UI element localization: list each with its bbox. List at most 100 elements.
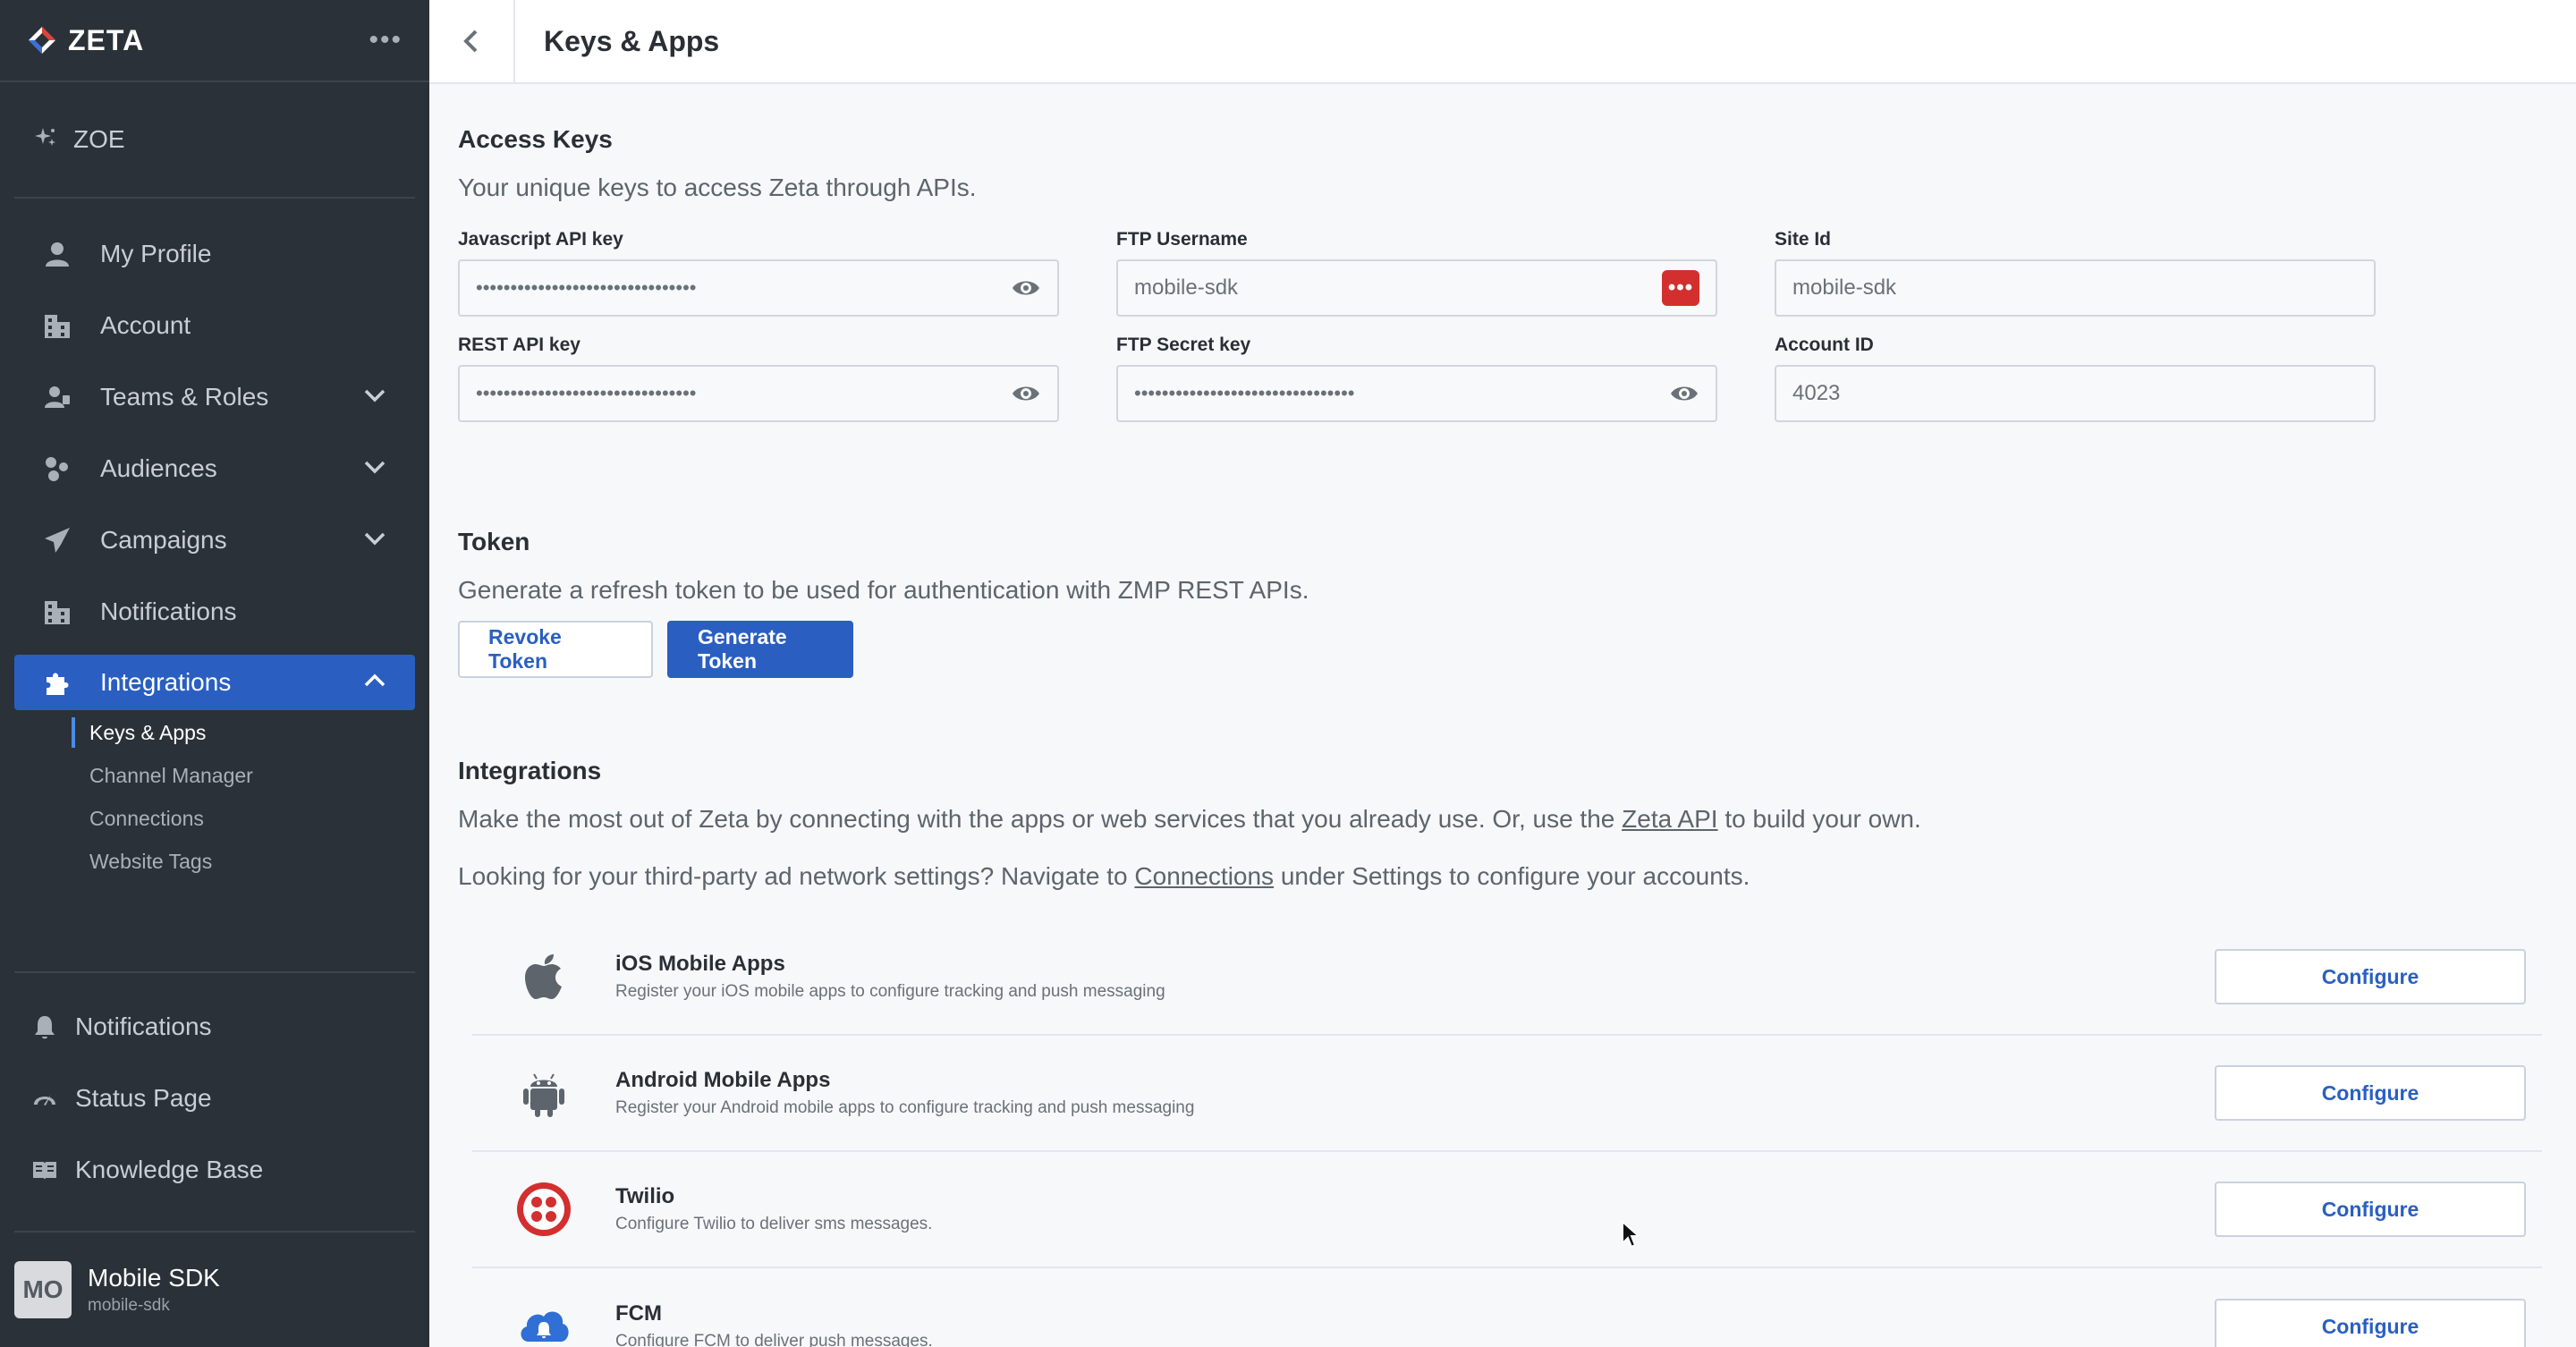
page-title: Keys & Apps <box>544 24 720 57</box>
twilio-icon <box>513 1179 574 1240</box>
integration-name: FCM <box>615 1301 662 1326</box>
eye-icon[interactable] <box>1669 378 1699 409</box>
masked-value: •••••••••••••••••••••••••••••••• <box>1134 382 1355 404</box>
bottom-item-label: Knowledge Base <box>75 1156 264 1183</box>
zeta-api-link[interactable]: Zeta API <box>1622 805 1717 833</box>
user-name: Mobile SDK <box>88 1264 220 1292</box>
user-info: Mobile SDK mobile-sdk <box>88 1264 220 1316</box>
list-item: Twilio Configure Twilio to deliver sms m… <box>472 1152 2542 1268</box>
masked-value: •••••••••••••••••••••••••••••••• <box>476 276 697 299</box>
generate-token-button[interactable]: Generate Token <box>667 621 853 678</box>
sidebar-item-label: My Profile <box>100 240 212 267</box>
sidebar-item-label: Account <box>100 311 191 339</box>
token-desc: Generate a refresh token to be used for … <box>458 576 1309 604</box>
site-id-input[interactable]: mobile-sdk <box>1775 259 2376 317</box>
bottom-item-status-page[interactable]: Status Page <box>14 1063 415 1134</box>
eye-icon[interactable] <box>1011 378 1041 409</box>
subnav-item-keys-apps[interactable]: Keys & Apps <box>72 717 429 748</box>
field-value: mobile-sdk <box>1134 275 1239 300</box>
desc-text: Make the most out of Zeta by connecting … <box>458 805 1623 833</box>
sidebar-item-teams-roles[interactable]: Teams & Roles <box>14 361 415 433</box>
connections-link[interactable]: Connections <box>1134 862 1274 890</box>
integration-text: FCM Configure FCM to deliver push messag… <box>615 1301 933 1347</box>
chevron-up-icon[interactable] <box>361 667 388 699</box>
integration-desc: Configure Twilio to deliver sms messages… <box>615 1215 933 1233</box>
integration-name: Android Mobile Apps <box>615 1068 831 1092</box>
sidebar-item-label: Integrations <box>100 668 232 696</box>
desc-text: Looking for your third-party ad network … <box>458 862 1135 890</box>
chevron-down-icon[interactable] <box>361 382 388 413</box>
field-label: Account ID <box>1775 335 1874 355</box>
fcm-cloud-icon <box>513 1296 574 1347</box>
sidebar-item-account[interactable]: Account <box>14 290 415 361</box>
bottom-item-notifications[interactable]: Notifications <box>14 991 415 1063</box>
password-manager-icon[interactable]: ••• <box>1662 270 1699 306</box>
bottom-item-label: Status Page <box>75 1084 212 1112</box>
integrations-section: Integrations Make the most out of Zeta b… <box>458 757 2551 891</box>
book-icon <box>30 1156 59 1184</box>
brand-bar: ZETA ••• <box>0 0 429 82</box>
account-id-input[interactable]: 4023 <box>1775 365 2376 422</box>
integrations-desc2: Looking for your third-party ad network … <box>458 862 2551 891</box>
list-item: iOS Mobile Apps Register your iOS mobile… <box>472 919 2542 1036</box>
js-api-key-input[interactable]: •••••••••••••••••••••••••••••••• <box>458 259 1059 317</box>
rest-api-key-field: REST API key •••••••••••••••••••••••••••… <box>458 335 1059 422</box>
sparkle-icon <box>32 124 59 156</box>
integration-desc: Register your iOS mobile apps to configu… <box>615 982 1165 1001</box>
zeta-logo-icon[interactable] <box>27 25 57 55</box>
user-profile[interactable]: MO Mobile SDK mobile-sdk <box>14 1231 415 1347</box>
list-item: FCM Configure FCM to deliver push messag… <box>472 1268 2542 1347</box>
main-content: Access Keys Your unique keys to access Z… <box>458 84 2576 1347</box>
audiences-icon <box>41 453 73 485</box>
chevron-down-icon[interactable] <box>361 525 388 556</box>
person-icon <box>41 238 73 270</box>
eye-icon[interactable] <box>1011 273 1041 303</box>
field-value: 4023 <box>1792 381 1841 405</box>
integration-desc: Register your Android mobile apps to con… <box>615 1098 1195 1117</box>
configure-android-button[interactable]: Configure <box>2215 1065 2526 1121</box>
brand-name: ZETA <box>68 23 145 56</box>
configure-ios-button[interactable]: Configure <box>2215 949 2526 1004</box>
bottom-item-knowledge-base[interactable]: Knowledge Base <box>14 1134 415 1206</box>
more-options-icon[interactable]: ••• <box>369 27 402 54</box>
chevron-down-icon[interactable] <box>361 453 388 485</box>
ftp-username-input[interactable]: mobile-sdk ••• <box>1116 259 1717 317</box>
puzzle-icon <box>41 666 73 699</box>
sidebar-item-campaigns[interactable]: Campaigns <box>14 504 415 576</box>
configure-twilio-button[interactable]: Configure <box>2215 1182 2526 1237</box>
access-keys-section: Access Keys Your unique keys to access Z… <box>458 125 977 202</box>
paper-plane-icon <box>41 524 73 556</box>
sidebar-item-notifications[interactable]: Notifications <box>14 576 415 648</box>
bell-icon <box>30 1012 59 1041</box>
subnav-item-website-tags[interactable]: Website Tags <box>72 840 429 883</box>
back-button[interactable] <box>429 0 515 82</box>
rest-api-key-input[interactable]: •••••••••••••••••••••••••••••••• <box>458 365 1059 422</box>
integration-text: Twilio Configure Twilio to deliver sms m… <box>615 1184 932 1234</box>
revoke-token-button[interactable]: Revoke Token <box>458 621 653 678</box>
subnav-item-channel-manager[interactable]: Channel Manager <box>72 754 429 797</box>
subnav-item-connections[interactable]: Connections <box>72 797 429 840</box>
token-title: Token <box>458 528 530 555</box>
ftp-secret-key-input[interactable]: •••••••••••••••••••••••••••••••• <box>1116 365 1717 422</box>
user-subtitle: mobile-sdk <box>88 1296 170 1315</box>
field-label: Site Id <box>1775 229 1832 250</box>
ftp-secret-key-field: FTP Secret key •••••••••••••••••••••••••… <box>1116 335 1717 422</box>
field-value: mobile-sdk <box>1792 275 1897 300</box>
token-actions: Revoke Token Generate Token <box>458 621 1309 678</box>
integrations-subnav: Keys & Apps Channel Manager Connections … <box>0 717 429 883</box>
list-item: Android Mobile Apps Register your Androi… <box>472 1036 2542 1152</box>
token-section: Token Generate a refresh token to be use… <box>458 528 1309 678</box>
js-api-key-field: Javascript API key •••••••••••••••••••••… <box>458 229 1059 317</box>
integrations-list: iOS Mobile Apps Register your iOS mobile… <box>472 919 2542 1347</box>
access-keys-title: Access Keys <box>458 125 613 153</box>
configure-fcm-button[interactable]: Configure <box>2215 1299 2526 1347</box>
sidebar-item-audiences[interactable]: Audiences <box>14 433 415 504</box>
field-label: FTP Secret key <box>1116 335 1251 355</box>
field-label: REST API key <box>458 335 580 355</box>
desc-text: under Settings to configure your account… <box>1274 862 1750 890</box>
zoe-item[interactable]: ZOE <box>14 82 415 199</box>
sidebar-item-integrations[interactable]: Integrations <box>14 655 415 710</box>
sidebar-item-my-profile[interactable]: My Profile <box>14 218 415 290</box>
avatar: MO <box>14 1261 72 1318</box>
sidebar-item-label: Audiences <box>100 454 217 482</box>
